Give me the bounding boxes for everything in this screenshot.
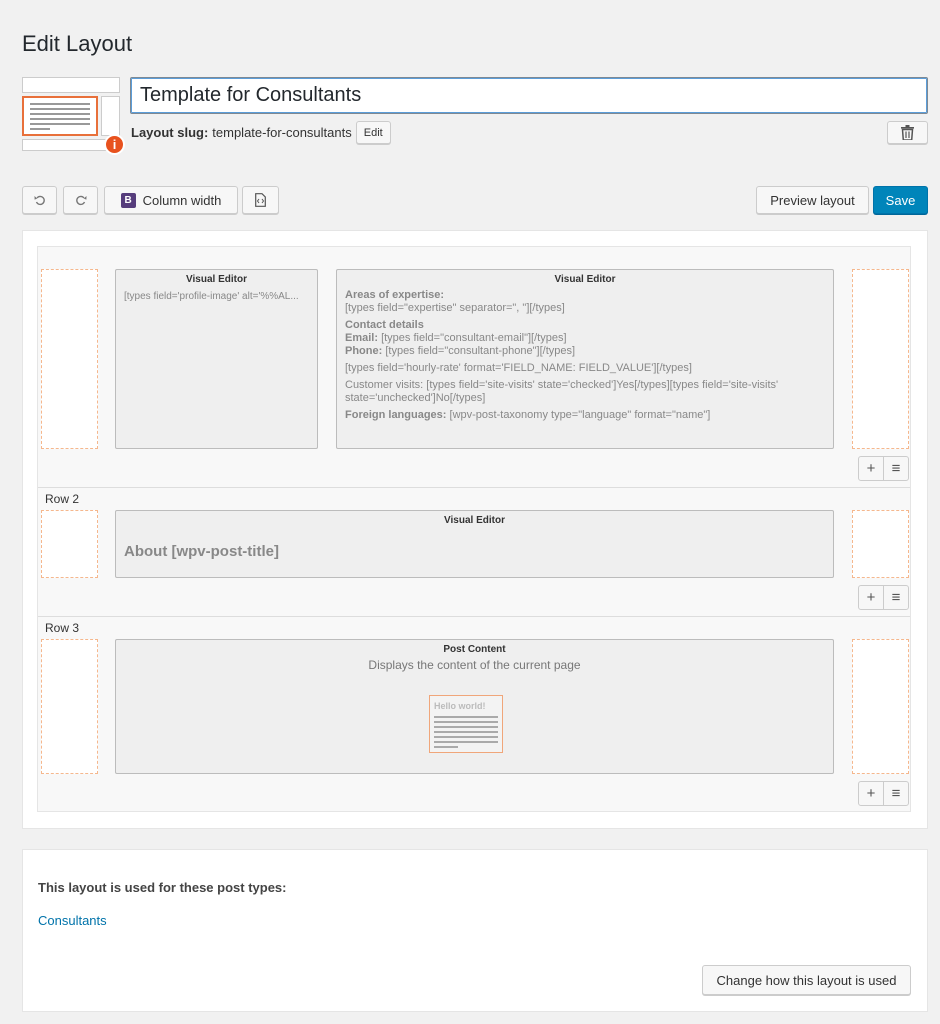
visual-editor-cell[interactable]: Visual Editor Areas of expertise: [types …: [336, 269, 834, 449]
column-width-button[interactable]: B Column width: [104, 186, 238, 214]
info-icon[interactable]: i: [104, 134, 125, 155]
row-actions: + ≡: [858, 456, 909, 481]
cell-title: Visual Editor: [444, 515, 505, 526]
post-content-cell[interactable]: Post Content Displays the content of the…: [115, 639, 834, 774]
preview-text: Hello world!: [434, 701, 486, 711]
slug-label: Layout slug:: [131, 125, 209, 140]
areas-value: [types field="expertise" separator=", "]…: [345, 302, 565, 314]
change-usage-button[interactable]: Change how this layout is used: [702, 965, 911, 995]
empty-cell[interactable]: [41, 269, 98, 449]
row-actions: + ≡: [858, 781, 909, 806]
code-view-button[interactable]: [242, 186, 279, 214]
layout-title-input[interactable]: [130, 77, 928, 114]
row-menu-icon[interactable]: ≡: [883, 457, 908, 480]
post-preview-thumbnail: Hello world!: [429, 695, 503, 753]
row-label: Row 2: [45, 492, 80, 506]
empty-cell[interactable]: [41, 639, 98, 774]
row-label: Row 3: [45, 621, 80, 635]
visits-value: Customer visits: [types field='site-visi…: [345, 379, 779, 404]
bootstrap-icon: B: [120, 192, 136, 208]
cell-title: Visual Editor: [554, 274, 616, 285]
usage-heading: This layout is used for these post types…: [38, 880, 287, 895]
empty-cell[interactable]: [852, 269, 909, 449]
rate-value: [types field='hourly-rate' format='FIELD…: [345, 362, 692, 374]
areas-label: Areas of expertise:: [345, 289, 445, 301]
trash-icon: [901, 125, 914, 140]
undo-icon: [34, 195, 45, 206]
phone-label: Phone:: [345, 345, 383, 357]
delete-layout-button[interactable]: [887, 121, 928, 144]
row-menu-icon[interactable]: ≡: [883, 586, 908, 609]
save-button[interactable]: Save: [873, 186, 928, 214]
phone-value: [types field="consultant-phone"][/types]: [382, 345, 576, 357]
cell-snippet: [types field='profile-image' alt='%%AL..…: [124, 291, 299, 302]
cell-title: Visual Editor: [186, 274, 247, 285]
add-cell-icon[interactable]: +: [859, 586, 883, 609]
row-actions: + ≡: [858, 585, 909, 610]
add-cell-icon[interactable]: +: [859, 782, 883, 805]
empty-cell[interactable]: [852, 639, 909, 774]
column-width-label: Column width: [142, 192, 222, 208]
slug-value: template-for-consultants: [212, 125, 352, 140]
empty-cell[interactable]: [852, 510, 909, 578]
preview-layout-button[interactable]: Preview layout: [756, 186, 869, 214]
cell-subtitle: Displays the content of the current page: [368, 658, 581, 672]
cell-title: Post Content: [443, 644, 506, 655]
empty-cell[interactable]: [41, 510, 98, 578]
row-menu-icon[interactable]: ≡: [883, 782, 908, 805]
redo-icon: [75, 195, 86, 206]
post-type-link[interactable]: Consultants: [38, 913, 107, 928]
page-title: Edit Layout: [22, 31, 133, 56]
redo-button[interactable]: [63, 186, 98, 214]
code-file-icon: [255, 193, 266, 207]
email-label: Email:: [345, 332, 379, 344]
email-value: [types field="consultant-email"][/types]: [378, 332, 567, 344]
add-cell-icon[interactable]: +: [859, 457, 883, 480]
contact-heading: Contact details: [345, 319, 424, 331]
layout-slug: Layout slug: template-for-consultants Ed…: [131, 121, 391, 144]
cell-content: About [wpv-post-title]: [124, 543, 279, 560]
undo-button[interactable]: [22, 186, 57, 214]
languages-value: [wpv-post-taxonomy type="language" forma…: [446, 409, 711, 421]
visual-editor-cell[interactable]: Visual Editor [types field='profile-imag…: [115, 269, 318, 449]
edit-slug-button[interactable]: Edit: [355, 121, 391, 144]
visual-editor-cell[interactable]: Visual Editor About [wpv-post-title]: [115, 510, 834, 578]
languages-label: Foreign languages:: [345, 409, 447, 421]
